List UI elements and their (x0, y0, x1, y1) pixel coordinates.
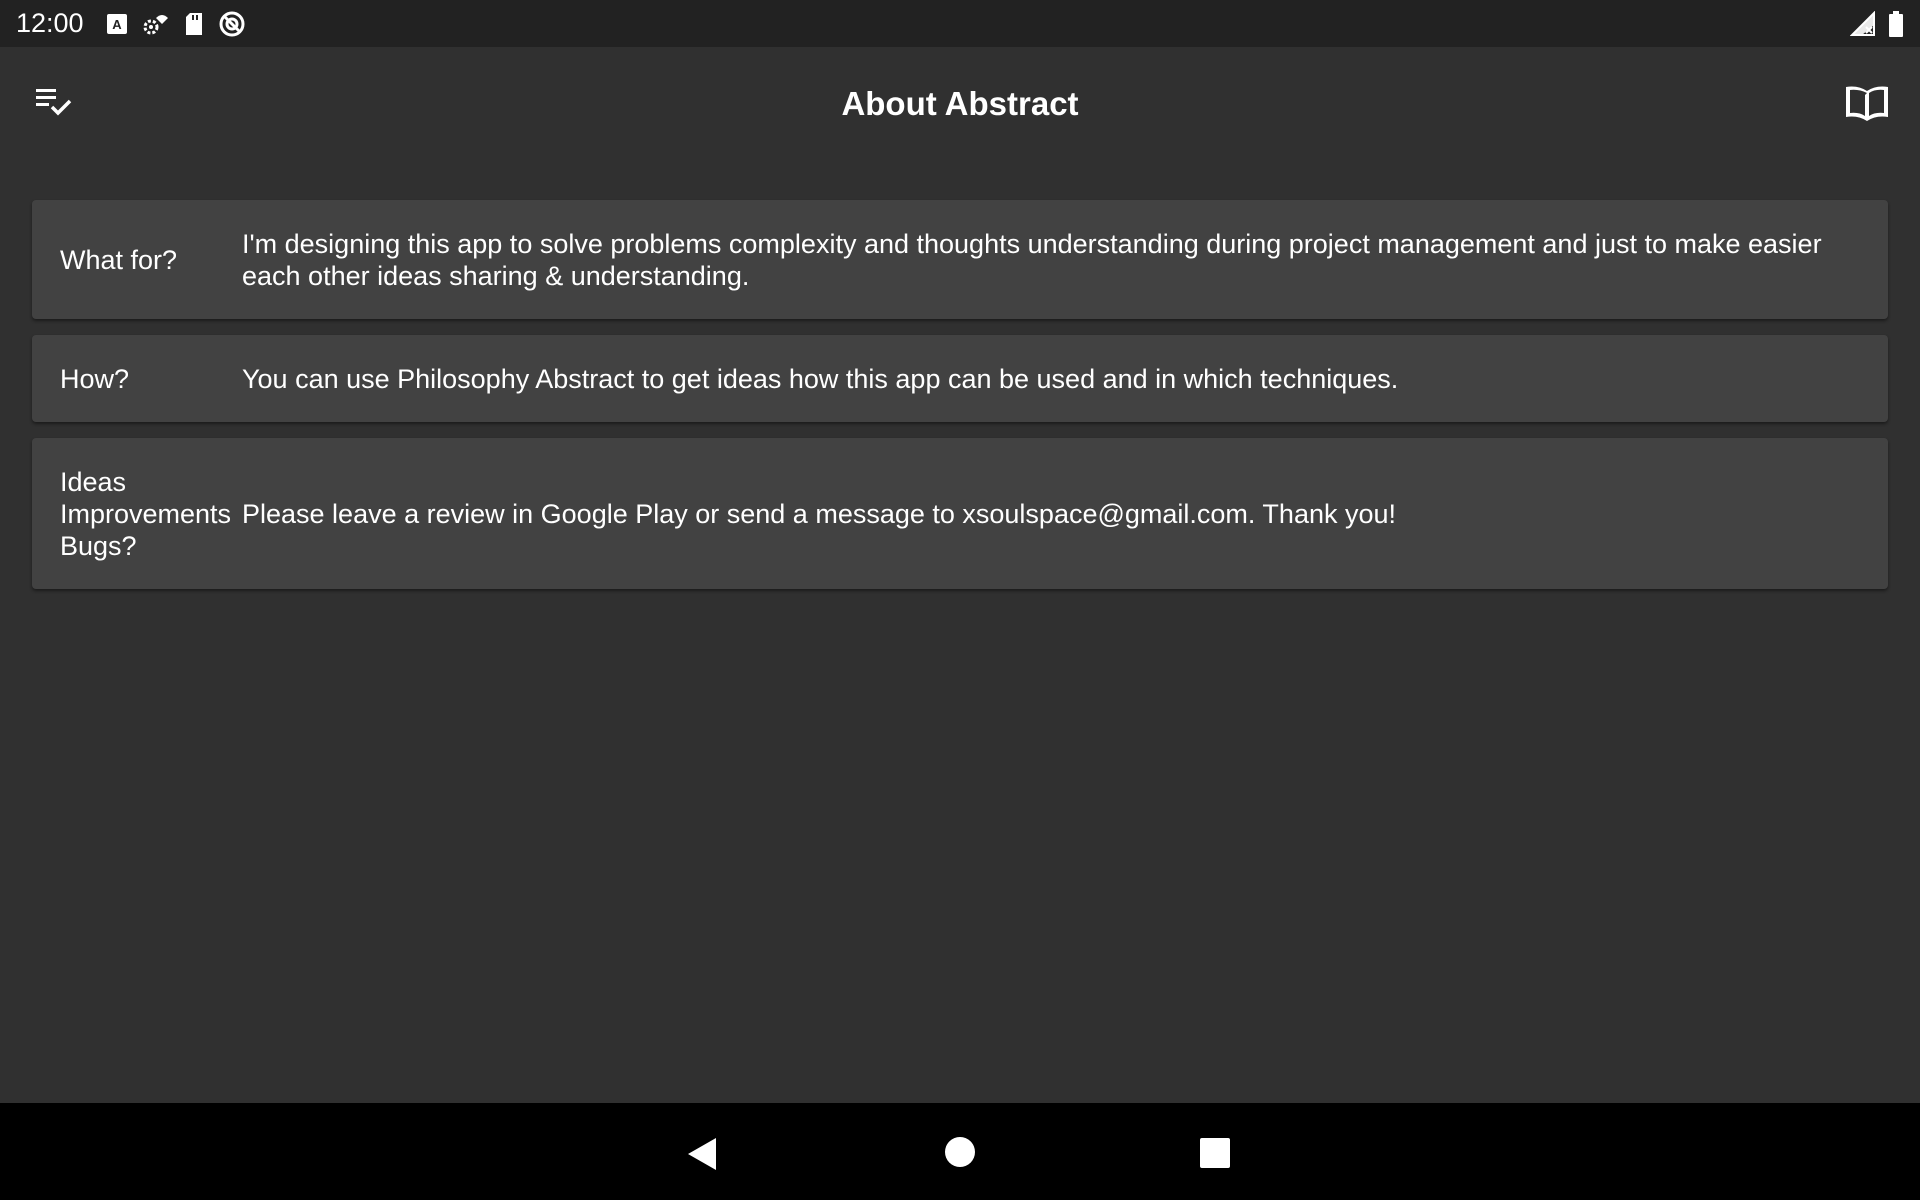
page-title: About Abstract (841, 85, 1079, 122)
status-bar: 12:00 A (0, 0, 1920, 47)
battery-icon (1889, 10, 1903, 37)
book-button[interactable] (1842, 83, 1892, 123)
svg-text:A: A (112, 17, 122, 32)
card-label: What for? (60, 244, 178, 275)
card-ideas: Ideas Improvements Bugs? Please leave a … (32, 438, 1888, 589)
status-right (1850, 10, 1904, 37)
app-bar: About Abstract (0, 47, 1920, 162)
card-how: How? You can use Philosophy Abstract to … (32, 335, 1888, 422)
status-icons: A (106, 10, 246, 38)
a-notification-icon: A (106, 13, 127, 34)
card-text: Please leave a review in Google Play or … (242, 498, 1397, 529)
status-time: 12:00 (16, 8, 84, 38)
sd-card-icon (185, 12, 202, 35)
card-text: You can use Philosophy Abstract to get i… (242, 363, 1399, 394)
recent-apps-icon[interactable] (1199, 1137, 1231, 1169)
back-icon[interactable] (686, 1136, 718, 1172)
card-label: Ideas Improvements Bugs? (60, 466, 232, 561)
book-icon (1846, 86, 1888, 121)
sync-icon (219, 11, 245, 36)
card-text: I'm designing this app to solve problems… (242, 228, 1822, 291)
card-what-for: What for? I'm designing this app to solv… (32, 200, 1888, 319)
home-icon[interactable] (944, 1136, 976, 1168)
signal-icon (1850, 10, 1875, 36)
about-cards: What for? I'm designing this app to solv… (32, 200, 1888, 605)
settings-wifi-icon (143, 14, 168, 34)
card-label: How? (60, 363, 130, 394)
navigation-bar (0, 1103, 1920, 1200)
